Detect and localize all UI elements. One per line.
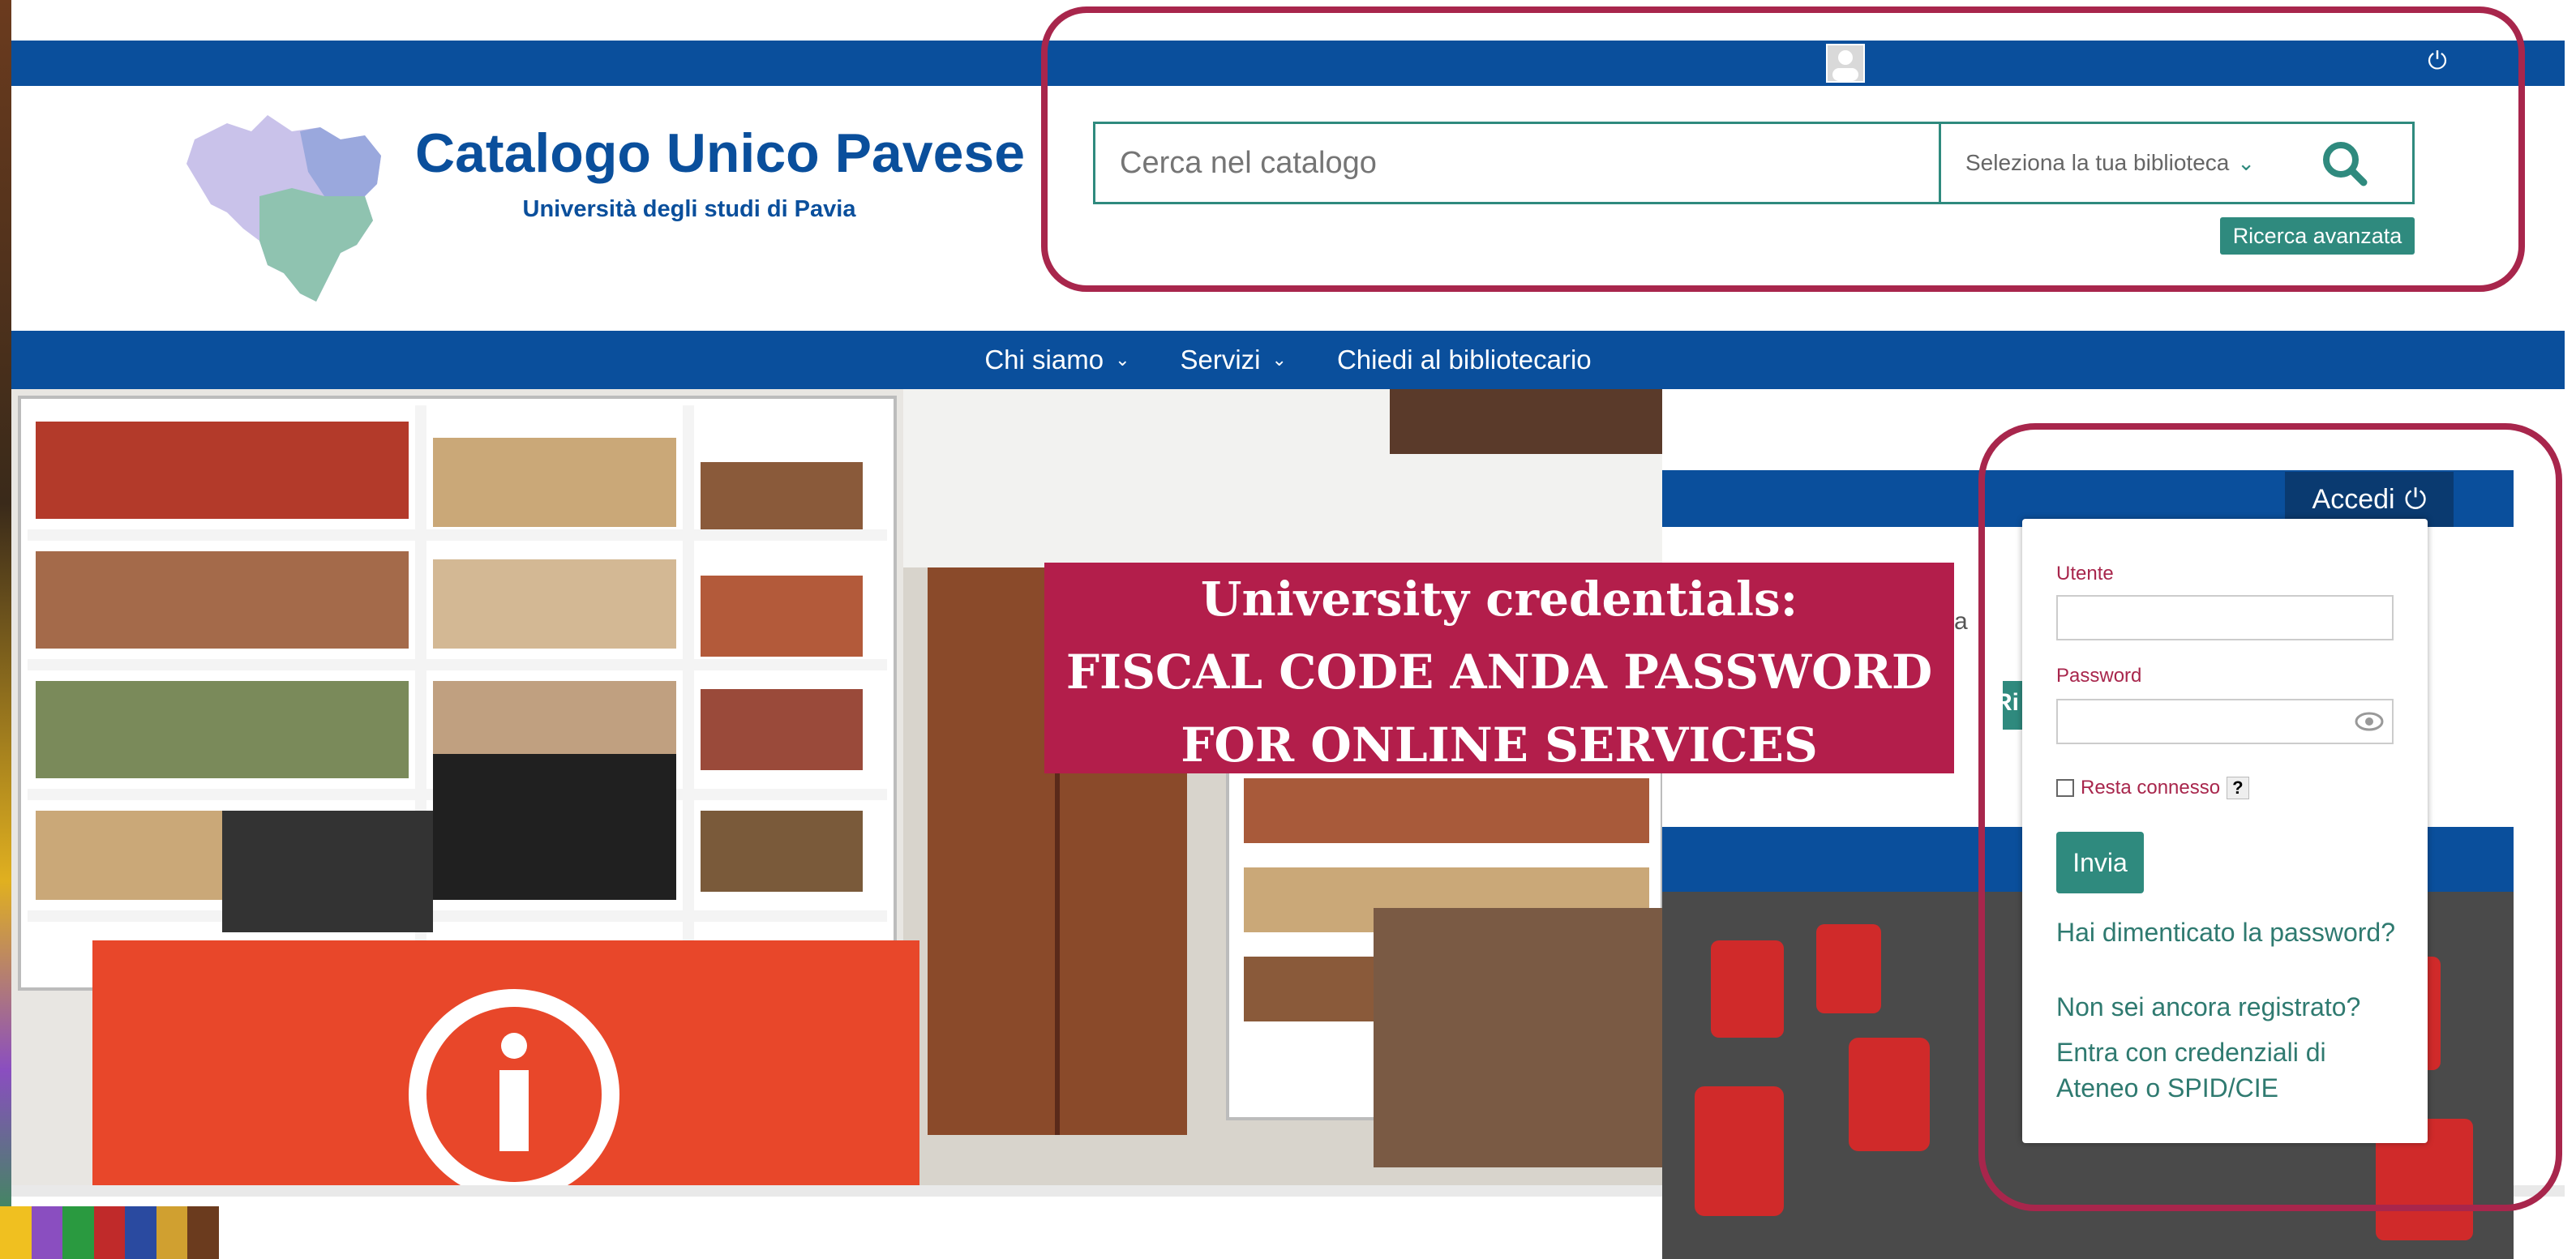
nav-label: Servizi [1180, 345, 1261, 375]
banner-line-2: FISCAL CODE ANDA PASSWORD [1065, 644, 1933, 700]
nav-chi-siamo[interactable]: Chi siamo ⌄ [984, 345, 1129, 375]
chevron-down-icon: ⌄ [1271, 349, 1287, 370]
nav-servizi[interactable]: Servizi ⌄ [1181, 345, 1287, 375]
banner-line-1: University credentials: [1200, 572, 1798, 627]
nav-chiedi-bibliotecario[interactable]: Chiedi al bibliotecario [1337, 345, 1592, 375]
logo-map [178, 107, 389, 310]
partial-search-text: a [1954, 608, 1968, 635]
nav-label: Chiedi al bibliotecario [1336, 345, 1592, 375]
annotation-circle-search [1041, 6, 2525, 292]
bottom-color-stripes [0, 1206, 220, 1259]
banner-line-3: FOR ONLINE SERVICES [1181, 717, 1818, 773]
info-icon [499, 1033, 529, 1151]
hero-image [11, 389, 1662, 1185]
site-title[interactable]: Catalogo Unico Pavese [415, 122, 1025, 185]
annotation-circle-login [1978, 423, 2562, 1211]
site-subtitle: Università degli studi di Pavia [522, 196, 856, 222]
left-edge-stripes [0, 0, 11, 1259]
chevron-down-icon: ⌄ [1115, 349, 1130, 370]
nav-label: Chi siamo [984, 345, 1104, 375]
credentials-banner: University credentials: FISCAL CODE ANDA… [1044, 563, 1954, 773]
main-navigation: Chi siamo ⌄ Servizi ⌄ Chiedi al bibliote… [11, 331, 2565, 389]
